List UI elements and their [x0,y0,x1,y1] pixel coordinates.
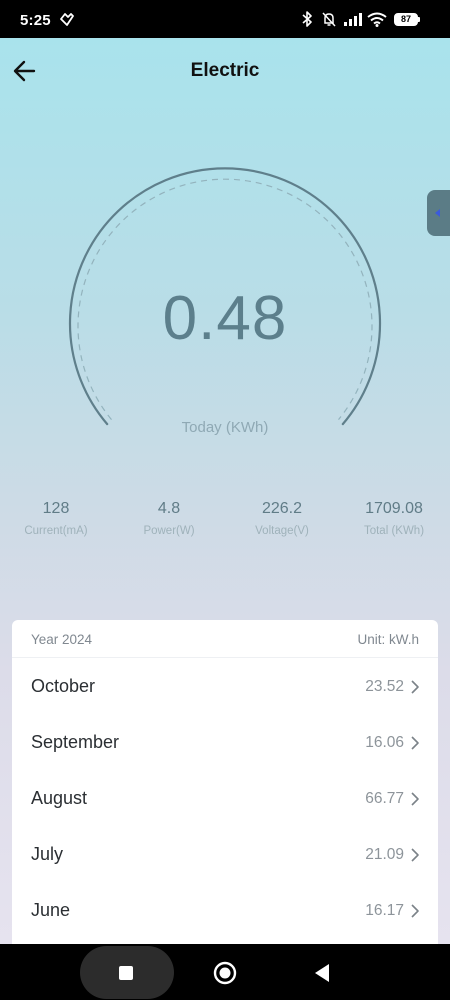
unit-label: Unit: kW.h [357,632,419,647]
month-row-june[interactable]: June 16.17 [12,882,438,938]
month-name: July [31,844,64,864]
month-name: September [31,732,120,752]
month-value: 23.52 [365,678,404,695]
status-time: 5:25 [20,12,51,29]
stat-label: Current(mA) [24,525,88,537]
silent-bell-icon [322,12,336,27]
signal-icon [344,13,362,26]
month-row-october[interactable]: October 23.52 [12,658,438,714]
year-label: Year 2024 [31,632,93,647]
gauge-arc [68,167,382,426]
stat-power: 4.8 Power(W) [114,500,224,537]
back-triangle-icon[interactable] [312,962,332,984]
stat-value: 226.2 [261,500,303,517]
stat-value: 4.8 [157,500,181,517]
month-row-july[interactable]: July 21.09 [12,826,438,882]
stat-label: Voltage(V) [255,525,309,537]
recents-square-icon [119,966,133,980]
wifi-icon [367,12,387,27]
month-row-september[interactable]: September 16.06 [12,714,438,770]
battery-cap [418,17,420,22]
chevron-right-icon [411,904,419,918]
month-row-august[interactable]: August 66.77 [12,770,438,826]
month-value: 16.06 [365,734,404,751]
stat-value: 1709.08 [365,500,423,517]
chevron-right-icon [411,848,419,862]
app-notification-icon [60,13,74,26]
today-energy-label: Today (KWh) [181,419,269,436]
month-name: October [31,676,96,696]
bluetooth-icon [302,11,312,27]
battery-icon: 87 [394,13,418,26]
month-value: 66.77 [365,790,404,807]
today-energy-value: 0.48 [162,284,288,353]
stat-current: 128 Current(mA) [1,500,111,537]
recents-button[interactable] [80,946,174,999]
chevron-right-icon [411,680,419,694]
stat-voltage: 226.2 Voltage(V) [227,500,337,537]
home-circle-icon[interactable] [212,960,238,986]
stat-label: Power(W) [143,525,195,537]
card-header: Year 2024 Unit: kW.h [12,620,438,658]
stat-label: Total (KWh) [363,525,425,537]
status-bar: 5:25 87 [0,0,450,38]
monthly-usage-card: Year 2024 Unit: kW.h October 23.52 Septe… [12,620,438,944]
stat-total: 1709.08 Total (KWh) [339,500,449,537]
month-value: 21.09 [365,846,404,863]
stat-value: 128 [42,500,70,517]
chevron-right-icon [411,792,419,806]
month-name: August [31,788,88,808]
chevron-right-icon [411,736,419,750]
electric-screen: Electric 0.48 Today (KWh) 128 Current(mA… [0,38,450,944]
navigation-bar [0,944,450,1000]
month-value: 16.17 [365,902,404,919]
month-name: June [31,900,71,920]
